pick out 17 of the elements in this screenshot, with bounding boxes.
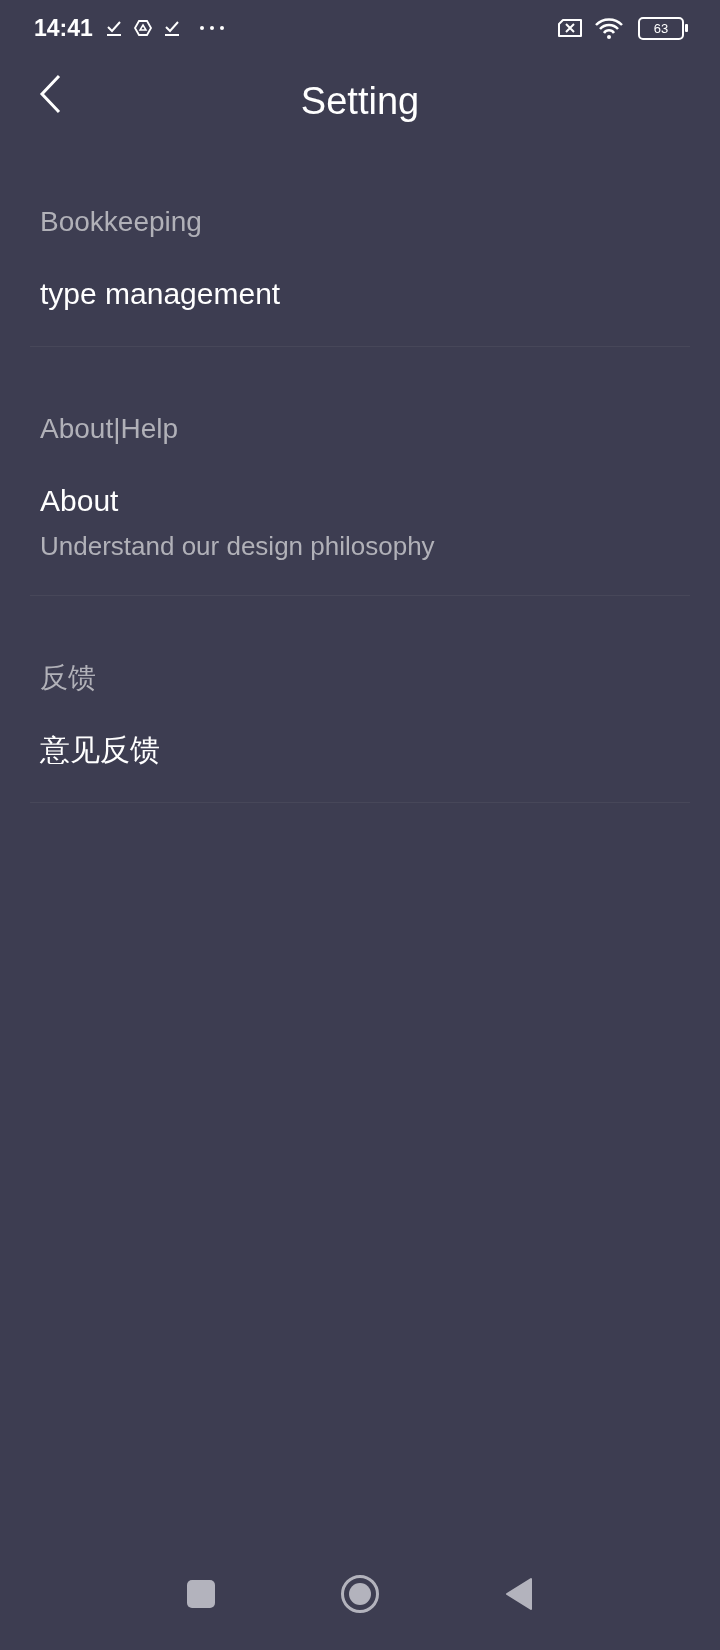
recent-apps-button[interactable] [187, 1580, 215, 1608]
triangle-icon [132, 19, 153, 37]
check-icon [162, 19, 181, 37]
section-header: 反馈 [39, 662, 97, 694]
page-title: Setting [300, 79, 420, 123]
section-header: Bookkeeping [39, 206, 203, 238]
wifi-icon [594, 17, 624, 39]
status-time: 14:41 [34, 14, 93, 42]
check-icon [104, 19, 123, 37]
back-nav-button[interactable] [505, 1577, 533, 1611]
settings-item[interactable]: type management [30, 276, 690, 346]
settings-item[interactable]: 意见反馈 [30, 732, 690, 802]
sim-off-icon [556, 18, 584, 38]
home-button[interactable] [340, 1574, 380, 1614]
settings-item[interactable]: About Understand our design philosophy [30, 483, 690, 595]
more-icon [198, 25, 225, 31]
section-header: About|Help [39, 413, 180, 445]
